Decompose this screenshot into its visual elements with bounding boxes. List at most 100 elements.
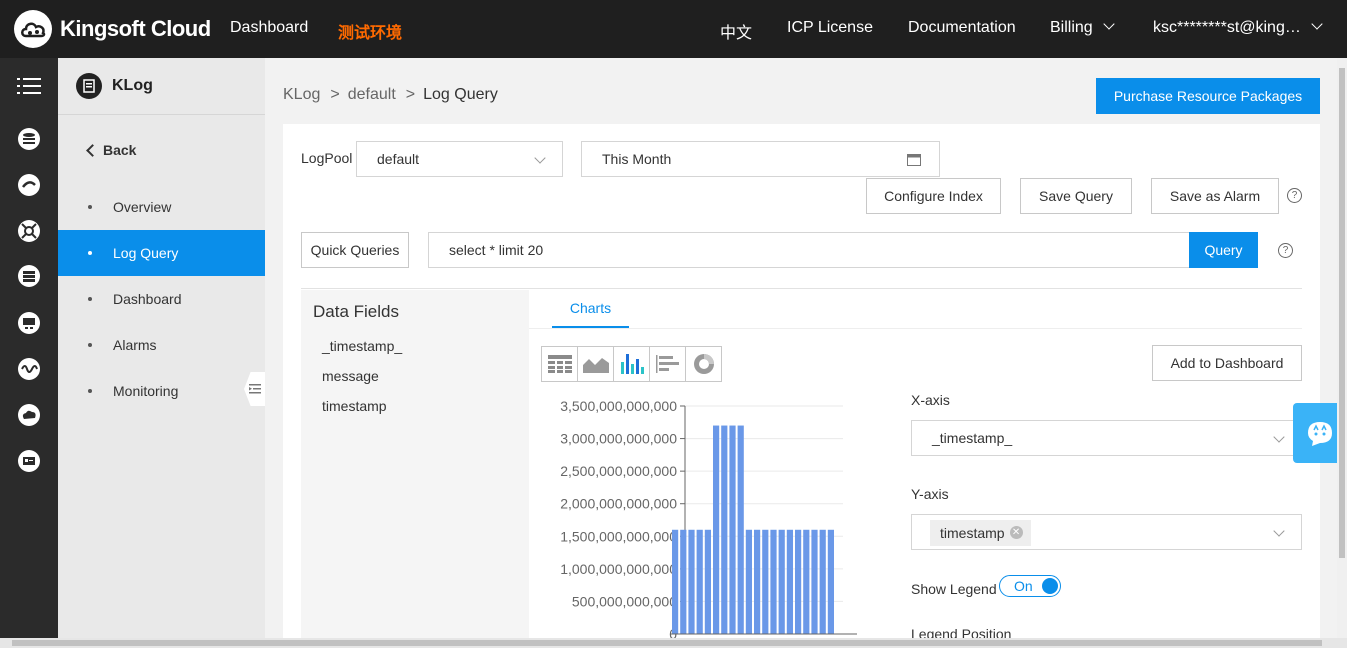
pie-chart-icon[interactable] [685, 346, 722, 382]
nav-icp-license[interactable]: ICP License [787, 19, 873, 37]
quick-queries-button[interactable]: Quick Queries [301, 232, 409, 268]
klog-submenu: KLog Back Overview Log Query Dashboard A… [58, 58, 265, 638]
brand-logo[interactable]: Kingsoft Cloud [14, 10, 211, 48]
wave-icon[interactable] [17, 357, 41, 381]
vertical-scrollbar[interactable] [1337, 58, 1347, 638]
horizontal-scrollbar[interactable] [0, 638, 1347, 648]
table-icon[interactable] [541, 346, 578, 382]
area-chart-icon[interactable] [577, 346, 614, 382]
bar[interactable] [745, 529, 752, 634]
y-tick-label: 500,000,000,000 [572, 593, 677, 609]
bar[interactable] [680, 529, 687, 634]
help-icon[interactable]: ? [1287, 188, 1302, 203]
bar[interactable] [795, 529, 802, 634]
submenu-item-alarms[interactable]: Alarms [58, 322, 265, 368]
bar[interactable] [704, 529, 711, 634]
chevron-down-icon [1273, 525, 1285, 537]
save-as-alarm-button[interactable]: Save as Alarm [1151, 178, 1279, 214]
remove-tag-icon[interactable]: ✕ [1009, 526, 1023, 539]
configure-index-button[interactable]: Configure Index [866, 178, 1001, 214]
nav-documentation[interactable]: Documentation [908, 19, 1016, 37]
yaxis-tag-label: timestamp [940, 525, 1005, 541]
bar[interactable] [827, 529, 834, 634]
bar[interactable] [786, 529, 793, 634]
bar-chart-icon[interactable] [613, 346, 650, 382]
bar[interactable] [672, 529, 679, 634]
nav-billing[interactable]: Billing [1050, 18, 1115, 37]
show-legend-label: Show Legend [911, 581, 997, 597]
submenu-header: KLog [58, 58, 265, 115]
save-query-button[interactable]: Save Query [1020, 178, 1132, 214]
nav-environment[interactable]: 测试环境 [338, 19, 402, 43]
bar[interactable] [803, 529, 810, 634]
submenu-item-label: Log Query [113, 245, 179, 261]
breadcrumb-current: Log Query [423, 86, 498, 103]
tab-charts[interactable]: Charts [552, 290, 629, 328]
database-icon[interactable] [17, 127, 41, 151]
back-button[interactable]: Back [86, 142, 136, 158]
query-input[interactable]: select * limit 20 [428, 232, 1190, 268]
cloud-disk-icon[interactable] [17, 173, 41, 197]
chevron-left-icon [86, 143, 99, 157]
bar[interactable] [688, 529, 695, 634]
chevron-down-icon [1273, 431, 1285, 443]
submenu-item-label: Monitoring [113, 383, 179, 399]
submenu-item-log-query[interactable]: Log Query [58, 230, 265, 276]
bar[interactable] [819, 529, 826, 634]
bar[interactable] [754, 529, 761, 634]
scrollbar-thumb[interactable] [12, 640, 1322, 646]
submenu-item-overview[interactable]: Overview [58, 184, 265, 230]
submenu-item-label: Alarms [113, 337, 157, 353]
purchase-resource-packages-button[interactable]: Purchase Resource Packages [1096, 78, 1320, 114]
klog-icon [76, 73, 102, 99]
submenu-title: KLog [112, 77, 153, 94]
breadcrumb-klog[interactable]: KLog [283, 86, 320, 103]
query-button[interactable]: Query [1189, 232, 1258, 268]
y-tick-label: 2,000,000,000,000 [560, 496, 677, 512]
show-legend-toggle[interactable]: On [999, 575, 1061, 597]
server-icon[interactable] [17, 264, 41, 288]
network-icon[interactable] [17, 219, 41, 243]
logpool-select[interactable]: default [356, 141, 563, 177]
field-item[interactable]: _timestamp_ [322, 338, 402, 354]
nav-account[interactable]: ksc********st@king… [1153, 18, 1323, 37]
bar[interactable] [729, 425, 736, 634]
calendar-icon [907, 153, 921, 169]
cloud-upload-icon[interactable] [17, 403, 41, 427]
field-item[interactable]: message [322, 368, 379, 384]
y-tick-label: 3,000,000,000,000 [560, 431, 677, 447]
bar[interactable] [762, 529, 769, 634]
field-item[interactable]: timestamp [322, 398, 387, 414]
menu-toggle-icon[interactable] [17, 74, 41, 98]
submenu-item-dashboard[interactable]: Dashboard [58, 276, 265, 322]
id-card-icon[interactable] [17, 449, 41, 473]
bar[interactable] [811, 529, 818, 634]
y-tick-label: 1,500,000,000,000 [560, 528, 677, 544]
time-range-picker[interactable]: This Month [581, 141, 940, 177]
monitor-icon[interactable] [17, 311, 41, 335]
horizontal-bar-icon[interactable] [649, 346, 686, 382]
add-to-dashboard-button[interactable]: Add to Dashboard [1152, 345, 1302, 381]
bar[interactable] [778, 529, 785, 634]
xaxis-select[interactable]: _timestamp_ [911, 420, 1302, 456]
breadcrumb-default[interactable]: default [348, 86, 396, 103]
bar[interactable] [696, 529, 703, 634]
submenu-item-label: Dashboard [113, 291, 182, 307]
brand-name: Kingsoft Cloud [60, 16, 211, 41]
main-content: KLog > default > Log Query Purchase Resource… [265, 58, 1337, 648]
bar[interactable] [737, 425, 744, 634]
xaxis-label: X-axis [911, 392, 950, 408]
y-tick-label: 2,500,000,000,000 [560, 463, 677, 479]
nav-language[interactable]: 中文 [720, 19, 752, 43]
bar[interactable] [770, 529, 777, 634]
time-range-value: This Month [602, 151, 672, 167]
help-icon[interactable]: ? [1278, 243, 1293, 258]
bar[interactable] [713, 425, 720, 634]
scrollbar-thumb[interactable] [1339, 68, 1345, 558]
bar[interactable] [721, 425, 728, 634]
divider [301, 288, 1302, 289]
nav-dashboard[interactable]: Dashboard [230, 19, 308, 37]
submenu-item-monitoring[interactable]: Monitoring [58, 368, 265, 414]
chevron-down-icon [534, 152, 546, 164]
data-fields-title: Data Fields [313, 302, 399, 321]
